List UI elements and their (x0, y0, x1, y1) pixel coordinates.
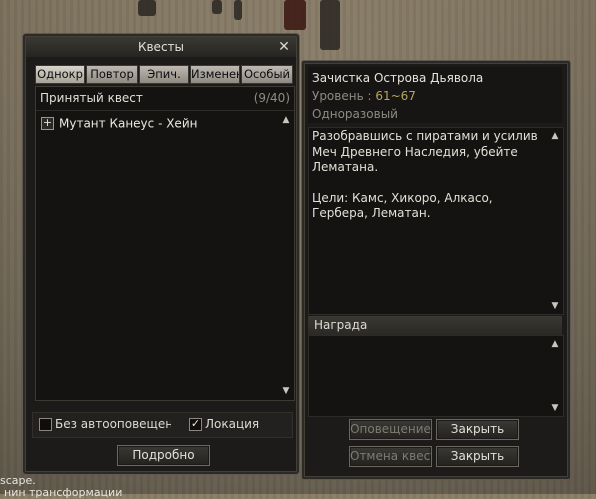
tab-epic[interactable]: Эпич. (139, 65, 189, 84)
quest-description-box: Разобравшись с пиратами и усилив Меч Дре… (308, 127, 564, 315)
tab-one-time[interactable]: Однокр (35, 65, 85, 84)
close-button[interactable]: Закрыть (436, 419, 519, 440)
reward-box: ▲ ▼ (308, 335, 564, 417)
quest-description: Разобравшись с пиратами и усилив Меч Дре… (312, 129, 548, 237)
scroll-down-icon[interactable]: ▼ (550, 301, 560, 311)
expand-plus-icon[interactable]: + (41, 117, 54, 130)
reward-header: Награда (308, 316, 562, 335)
reward-label: Награда (314, 318, 368, 332)
character-silhouette (138, 0, 156, 16)
level-label: Уровень : (312, 89, 372, 103)
window-titlebar[interactable]: Квесты ✕ (26, 37, 296, 57)
tab-special[interactable]: Особый (241, 65, 293, 84)
quest-name: Мутант Канеус - Хейн (59, 116, 198, 131)
details-button[interactable]: Подробно (117, 445, 210, 466)
scroll-up-icon[interactable]: ▲ (550, 339, 560, 349)
quest-level: Уровень : 61~67 (312, 89, 416, 103)
no-autonotify-label: Без автооповещен (55, 417, 171, 431)
quest-list: Принятый квест (9/40) + Мутант Канеус - Х… (35, 86, 295, 401)
scroll-down-icon[interactable]: ▼ (281, 386, 291, 396)
quest-list-label: Принятый квест (40, 91, 143, 105)
quest-log-window: Квесты ✕ Однокр Повтор Эпич. Изменен Осо… (22, 33, 300, 475)
quest-count: (9/40) (253, 91, 290, 105)
character-silhouette (284, 0, 306, 30)
quest-title: Зачистка Острова Дьявола (312, 71, 484, 85)
notify-button[interactable]: Оповещение (349, 419, 432, 440)
character-silhouette (212, 0, 222, 14)
tab-changed[interactable]: Изменен (190, 65, 240, 84)
location-checkbox[interactable]: ✓ (189, 418, 202, 431)
quest-options-bar: Без автооповещен ✓ Локация (32, 412, 293, 438)
window-title: Квесты (137, 40, 185, 54)
character-silhouette (320, 0, 340, 50)
scroll-up-icon[interactable]: ▲ (281, 115, 291, 125)
quest-info-box: Зачистка Острова Дьявола Уровень : 61~67… (308, 67, 562, 123)
level-value: 61~67 (375, 89, 416, 103)
location-label: Локация (205, 417, 260, 431)
quest-list-header: Принятый квест (9/40) (40, 91, 290, 107)
scroll-down-icon[interactable]: ▼ (550, 403, 560, 413)
description-text: Разобравшись с пиратами и усилив Меч Дре… (312, 129, 538, 174)
close-icon[interactable]: ✕ (276, 37, 292, 57)
quest-tabs: Однокр Повтор Эпич. Изменен Особый (35, 65, 295, 84)
quest-type: Одноразовый (312, 107, 398, 121)
cancel-quest-button[interactable]: Отмена квеста (349, 446, 432, 467)
chat-line: нин трансформации (4, 486, 123, 499)
tab-repeatable[interactable]: Повтор (86, 65, 138, 84)
list-item[interactable]: + Мутант Канеус - Хейн (41, 116, 197, 132)
character-silhouette (234, 0, 242, 20)
quest-detail-window: Зачистка Острова Дьявола Уровень : 61~67… (301, 60, 571, 480)
goals-text: Цели: Камс, Хикоро, Алкасо, Гербера, Лем… (312, 190, 493, 221)
scroll-up-icon[interactable]: ▲ (550, 131, 560, 141)
divider (36, 110, 294, 111)
no-autonotify-checkbox[interactable] (39, 418, 52, 431)
close-button-2[interactable]: Закрыть (436, 446, 519, 467)
